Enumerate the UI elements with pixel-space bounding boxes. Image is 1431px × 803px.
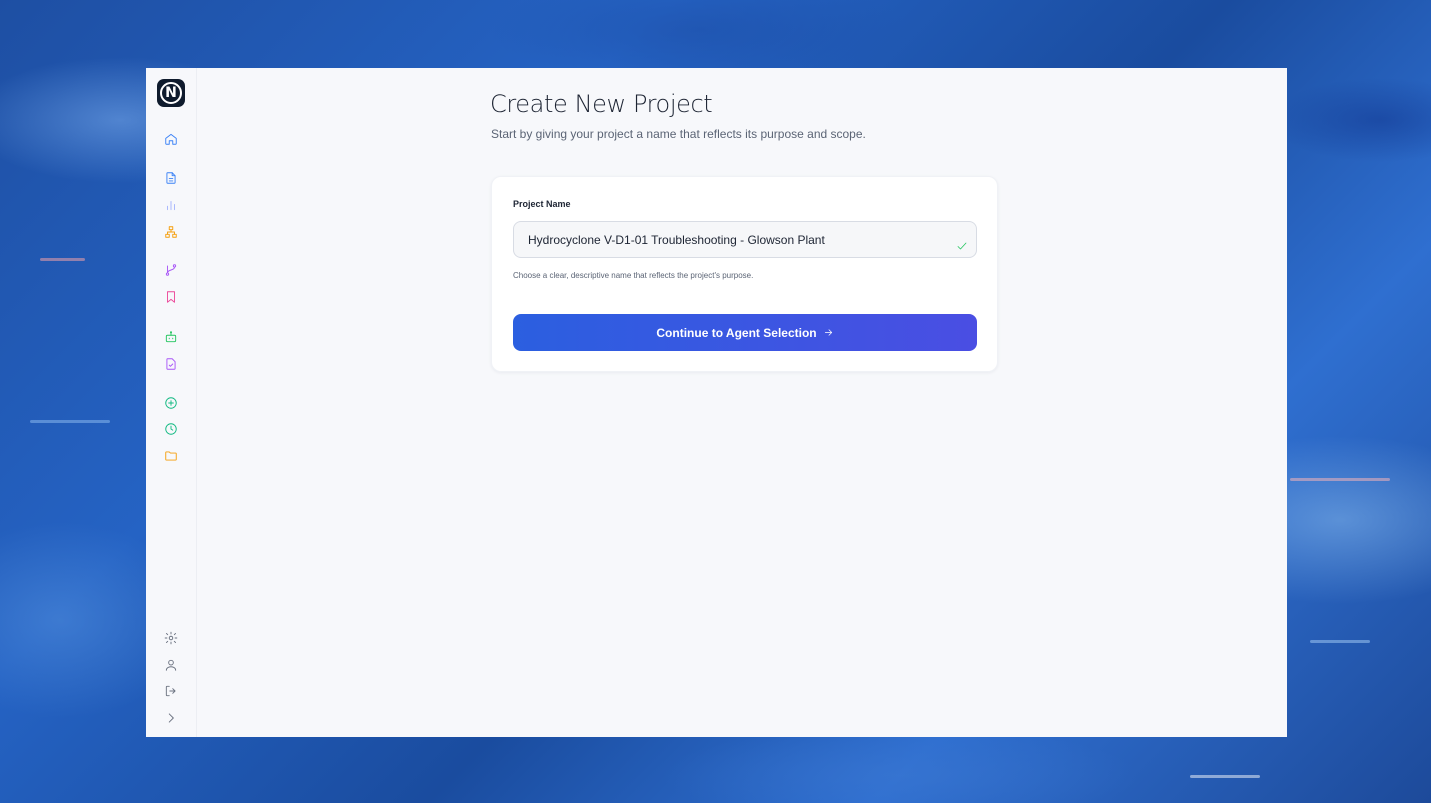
gear-icon <box>164 631 178 645</box>
sidebar-item-home[interactable] <box>163 131 179 147</box>
file-check-icon <box>166 358 176 370</box>
sidebar-item-new-project[interactable] <box>163 395 179 411</box>
project-name-helper: Choose a clear, descriptive name that re… <box>513 271 754 280</box>
network-icon <box>165 226 177 238</box>
app-logo[interactable]: N <box>157 79 185 107</box>
bar-chart-icon <box>167 201 175 211</box>
project-name-field <box>513 221 977 258</box>
main-content: Create New Project Start by giving your … <box>197 68 1287 737</box>
document-icon <box>166 172 176 184</box>
sidebar-expand-toggle[interactable] <box>163 710 179 726</box>
background-paint-streak <box>1310 640 1370 643</box>
plus-circle-icon <box>165 397 177 409</box>
sidebar-item-history[interactable] <box>163 421 179 437</box>
sidebar-item-analytics[interactable] <box>163 197 179 213</box>
user-icon <box>165 659 177 671</box>
folder-icon <box>165 451 177 461</box>
chevron-right-icon <box>168 713 174 723</box>
sidebar-item-bookmarks[interactable] <box>163 289 179 305</box>
bot-icon <box>165 331 177 343</box>
sidebar-item-profile[interactable] <box>163 657 179 673</box>
sidebar-item-network[interactable] <box>163 224 179 240</box>
continue-button-label: Continue to Agent Selection <box>656 325 817 340</box>
bookmark-icon <box>167 291 175 303</box>
background-paint-streak <box>1190 775 1260 778</box>
sidebar: N <box>146 68 197 737</box>
page-subtitle: Start by giving your project a name that… <box>491 127 866 141</box>
project-name-input[interactable] <box>514 222 976 257</box>
project-form-card: Project Name Choose a clear, descriptive… <box>491 176 998 372</box>
sidebar-item-projects[interactable] <box>163 448 179 464</box>
continue-to-agent-selection-button[interactable]: Continue to Agent Selection <box>513 314 977 351</box>
sidebar-item-settings[interactable] <box>163 630 179 646</box>
sidebar-item-reviews[interactable] <box>163 356 179 372</box>
project-name-label: Project Name <box>513 199 571 209</box>
background-paint-streak <box>40 258 85 261</box>
app-window: N Create New Project Start by giving you… <box>146 68 1287 737</box>
clock-icon <box>165 423 177 435</box>
logout-icon <box>165 685 176 697</box>
sidebar-item-agents[interactable] <box>163 329 179 345</box>
background-paint-streak <box>30 420 110 423</box>
sidebar-item-workflows[interactable] <box>163 262 179 278</box>
page-title: Create New Project <box>490 90 713 118</box>
background-paint-streak <box>1290 478 1390 481</box>
git-branch-icon <box>165 264 177 276</box>
logo-letter: N <box>160 82 182 104</box>
home-icon <box>165 133 177 145</box>
check-icon <box>956 239 968 251</box>
sidebar-item-documents[interactable] <box>163 170 179 186</box>
sidebar-item-logout[interactable] <box>163 683 179 699</box>
arrow-right-icon <box>823 327 834 338</box>
